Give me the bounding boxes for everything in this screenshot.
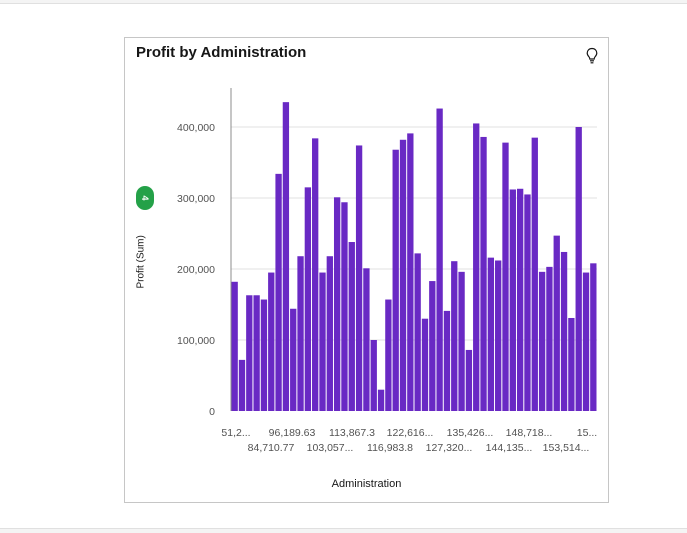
bar (268, 272, 275, 411)
bar (377, 389, 385, 411)
y-tick-label: 300,000 (177, 193, 215, 205)
bar (590, 263, 597, 411)
bar (473, 123, 480, 411)
x-axis-label: Administration (331, 478, 402, 490)
bar (538, 271, 546, 411)
bar (326, 256, 333, 411)
bar (370, 340, 377, 411)
bar (392, 149, 399, 411)
y-axis-label: Profit (Sum) (135, 235, 147, 289)
plot-area: 0 100,000 200,000 300,000 400,000 51,2... 96,… (177, 88, 597, 454)
bar (575, 127, 582, 411)
bar (480, 136, 487, 411)
y-tick-label: 200,000 (177, 264, 215, 276)
y-tick-label: 400,000 (177, 122, 215, 134)
x-tick-label: 127,320... (426, 442, 473, 454)
bar (465, 349, 473, 411)
bar (546, 266, 553, 411)
bar (319, 272, 326, 411)
bar (516, 188, 524, 411)
bar (582, 272, 590, 411)
bar (363, 268, 370, 411)
bar (429, 281, 436, 411)
bar (458, 271, 465, 411)
bar (341, 202, 348, 411)
bar (231, 281, 238, 411)
y-tick-label: 0 (209, 406, 215, 418)
x-tick-label: 116,983.8 (367, 442, 413, 454)
x-tick-label: 84,710.77 (248, 442, 295, 454)
bar (495, 260, 502, 411)
x-tick-label: 51,2... (221, 427, 250, 439)
x-tick-label: 135,426... (447, 427, 494, 439)
bar (553, 235, 560, 411)
bar (421, 318, 429, 411)
bar (355, 145, 363, 411)
x-tick-label: 122,616... (387, 427, 434, 439)
bar (238, 359, 246, 411)
bar (290, 308, 297, 411)
filter-count: 4 (140, 195, 150, 201)
x-tick-label: 103,057... (307, 442, 354, 454)
bar (297, 256, 304, 411)
bar (260, 299, 268, 411)
x-tick-label: 144,135... (486, 442, 533, 454)
bar (509, 189, 516, 411)
bar (312, 138, 319, 412)
bar (568, 317, 575, 411)
bar (560, 251, 568, 411)
bar (414, 253, 421, 411)
x-tick-label: 96,189.63 (269, 427, 316, 439)
bar (253, 295, 260, 411)
chart-card[interactable]: Profit by Administration 0 100,000 200,000… (124, 37, 609, 503)
x-tick-label: 153,514... (543, 442, 590, 454)
bar (385, 299, 392, 411)
bar (487, 257, 495, 411)
y-tick-label: 100,000 (177, 335, 215, 347)
x-tick-label: 15... (577, 427, 597, 439)
bar (531, 137, 538, 411)
bar (246, 295, 253, 411)
bar (502, 142, 509, 411)
bar (524, 194, 531, 411)
bar (348, 242, 355, 411)
bar (451, 261, 458, 411)
report-canvas: Profit by Administration 0 100,000 200,000… (0, 3, 687, 529)
bar (282, 102, 290, 412)
filter-count-badge[interactable]: 4 (136, 186, 154, 210)
bar (333, 197, 341, 411)
bar (443, 310, 451, 411)
x-tick-label: 113,867.3 (329, 427, 375, 439)
x-tick-label: 148,718... (506, 427, 553, 439)
bar (304, 187, 312, 411)
bar (275, 173, 282, 411)
bar (436, 108, 443, 411)
bar (407, 133, 414, 411)
bar (399, 139, 407, 411)
